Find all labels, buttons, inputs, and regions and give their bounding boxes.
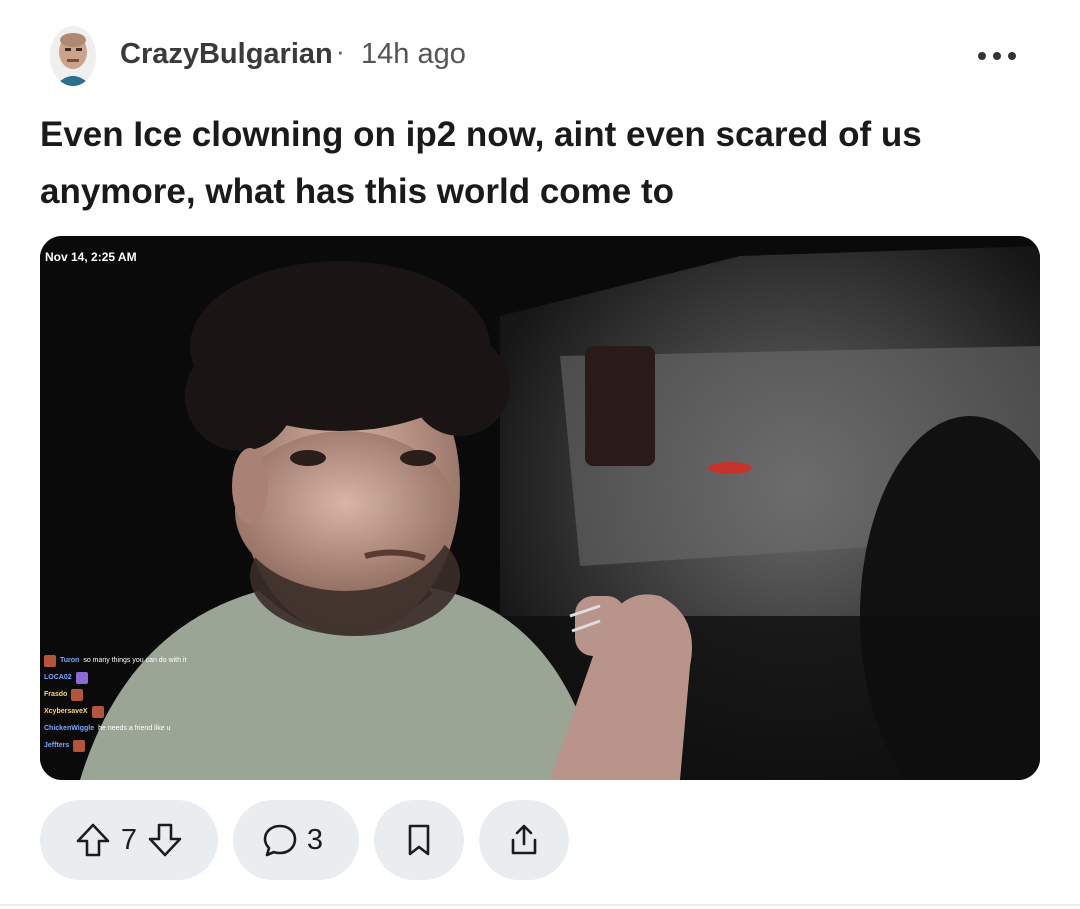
chat-text: he needs a friend like u [98,725,171,732]
vote-control: 7 [40,800,218,880]
comments-button[interactable]: 3 [233,800,359,880]
stream-chat-overlay: Turon so many things you can do with it … [44,652,284,754]
ellipsis-icon [978,52,986,60]
chat-username: XcybersaveX [44,708,88,715]
chat-message: XcybersaveX [44,703,284,720]
post-time: 14h ago [361,38,466,70]
author-name[interactable]: CrazyBulgarian [120,38,333,71]
chat-username: Frasdo [44,691,68,698]
chat-message: Frasdo [44,686,284,703]
chat-username: Turon [60,657,80,664]
share-icon [511,824,537,855]
ellipsis-icon [993,52,1001,60]
share-button[interactable] [479,800,569,880]
comment-count: 3 [306,823,324,856]
post-title[interactable]: Even Ice clowning on ip2 now, aint even … [40,106,1020,220]
ellipsis-icon [1008,52,1016,60]
arrow-up-outline-icon[interactable] [73,820,113,860]
speech-bubble-icon [263,824,297,857]
bookmark-icon [408,824,430,856]
emote-icon [91,705,104,718]
chat-text: so many things you can do with it [83,657,187,664]
meta-separator: · [336,36,345,66]
emote-icon [44,654,56,667]
author-avatar[interactable] [50,26,96,86]
chat-message: Turon so many things you can do with it [44,652,284,669]
chat-username: LOCA02 [44,674,72,681]
more-options-button[interactable] [978,38,1026,74]
emote-icon [75,671,88,684]
save-button[interactable] [374,800,464,880]
post-header: CrazyBulgarian · 14h ago [0,0,1080,110]
arrow-down-outline-icon[interactable] [145,820,185,860]
divider [0,904,1080,906]
emote-icon [73,739,86,752]
emote-icon [71,688,84,701]
chat-message: Jeffters [44,737,284,754]
chat-message: LOCA02 [44,669,284,686]
post-media[interactable]: Nov 14, 2:25 AM Turon so many things you… [40,236,1040,780]
chat-message: ChickenWiggle he needs a friend like u [44,720,284,737]
chat-username: Jeffters [44,742,70,749]
chat-username: ChickenWiggle [44,725,95,732]
vote-count: 7 [120,823,138,856]
stream-timestamp: Nov 14, 2:25 AM [45,250,137,264]
